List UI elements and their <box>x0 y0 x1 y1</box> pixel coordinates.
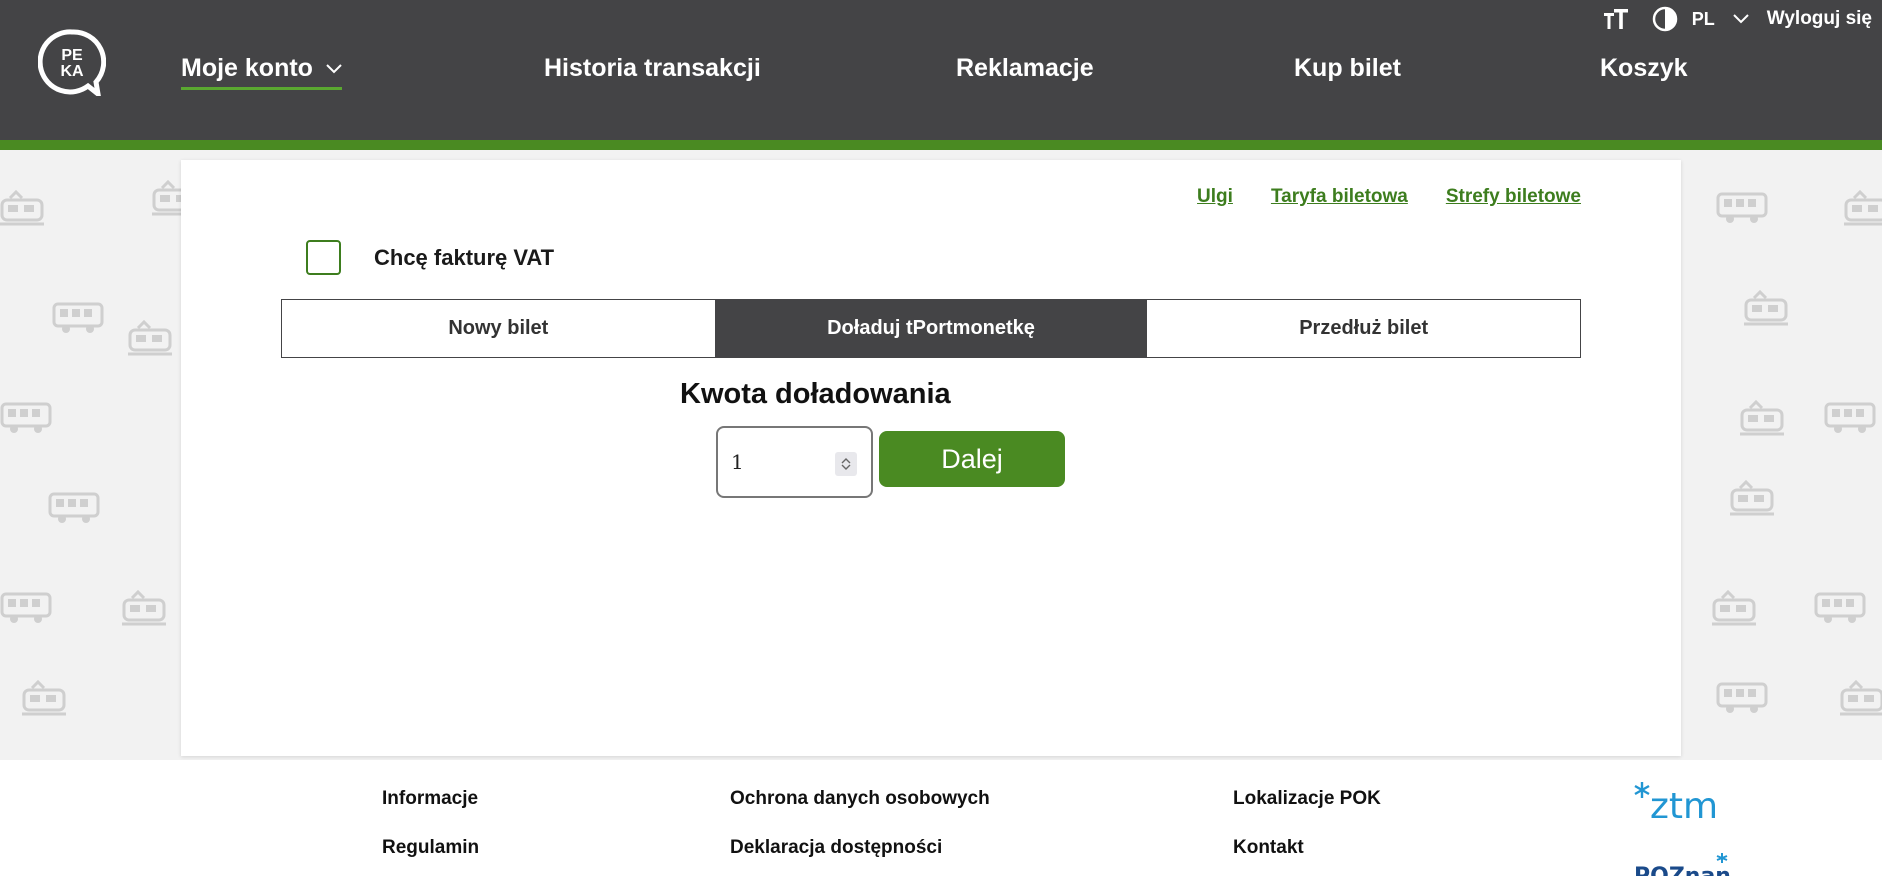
tab-przedluz-bilet[interactable]: Przedłuż bilet <box>1147 300 1581 357</box>
ztm-logo[interactable]: ztm <box>1630 780 1726 829</box>
footer-link-ochrona-danych[interactable]: Ochrona danych osobowych <box>730 788 990 810</box>
poznan-logo-text: POZnan <box>1634 864 1731 876</box>
main-nav: Moje konto Historia transakcji Reklamacj… <box>0 48 1882 92</box>
header-utilities: PL Wyloguj się <box>1602 4 1872 34</box>
chevron-down-icon <box>326 64 342 74</box>
site-header: PE KA PL Wyloguj się Moje konto Historia… <box>0 0 1882 140</box>
text-size-icon[interactable] <box>1602 7 1630 31</box>
amount-title: Kwota doładowania <box>680 378 951 410</box>
tab-nowy-bilet[interactable]: Nowy bilet <box>282 300 715 357</box>
vat-invoice-checkbox[interactable] <box>306 240 341 275</box>
vat-invoice-label[interactable]: Chcę fakturę VAT <box>374 245 554 271</box>
topup-card: Ulgi Taryfa biletowa Strefy biletowe Chc… <box>181 160 1681 756</box>
info-links: Ulgi Taryfa biletowa Strefy biletowe <box>1197 186 1581 208</box>
footer-link-lokalizacje-pok[interactable]: Lokalizacje POK <box>1233 788 1381 810</box>
vat-invoice-row: Chcę fakturę VAT <box>306 240 554 275</box>
language-select[interactable]: PL <box>1692 9 1749 30</box>
amount-field <box>716 426 873 498</box>
ticket-tabs: Nowy bilet Doładuj tPortmonetkę Przedłuż… <box>281 299 1581 358</box>
nav-item-koszyk[interactable]: Koszyk <box>1600 54 1688 83</box>
contrast-icon[interactable] <box>1652 6 1678 32</box>
amount-input[interactable] <box>731 450 831 474</box>
chevron-down-icon <box>841 464 851 470</box>
header-accent-stripe <box>0 140 1882 150</box>
link-ulgi[interactable]: Ulgi <box>1197 186 1233 208</box>
poznan-logo[interactable]: POZnan <box>1634 853 1734 876</box>
ztm-logo-text: ztm <box>1650 786 1718 824</box>
nav-label: Moje konto <box>181 54 313 82</box>
footer-link-kontakt[interactable]: Kontakt <box>1233 837 1304 859</box>
chevron-down-icon <box>1733 14 1749 24</box>
nav-item-reklamacje[interactable]: Reklamacje <box>956 54 1094 83</box>
logout-link[interactable]: Wyloguj się <box>1767 8 1872 30</box>
language-label: PL <box>1691 8 1715 29</box>
nav-item-moje-konto[interactable]: Moje konto <box>181 54 342 90</box>
link-strefy-biletowe[interactable]: Strefy biletowe <box>1446 186 1581 208</box>
chevron-up-icon <box>841 458 851 464</box>
footer-link-deklaracja-dostepnosci[interactable]: Deklaracja dostępności <box>730 837 942 859</box>
amount-stepper[interactable] <box>835 452 857 476</box>
footer-link-regulamin[interactable]: Regulamin <box>382 837 479 859</box>
next-button[interactable]: Dalej <box>879 431 1065 487</box>
tab-doladuj-tportmonetke[interactable]: Doładuj tPortmonetkę <box>714 300 1148 357</box>
nav-item-historia-transakcji[interactable]: Historia transakcji <box>544 54 761 83</box>
link-taryfa-biletowa[interactable]: Taryfa biletowa <box>1271 186 1408 208</box>
site-footer: Informacje Regulamin Ochrona danych osob… <box>0 760 1882 876</box>
nav-item-kup-bilet[interactable]: Kup bilet <box>1294 54 1401 83</box>
footer-link-informacje[interactable]: Informacje <box>382 788 478 810</box>
